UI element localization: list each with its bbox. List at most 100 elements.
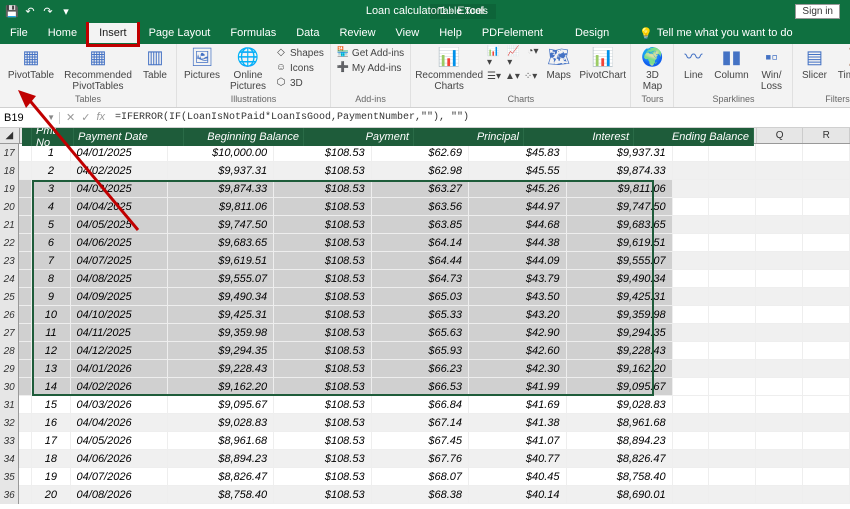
- fx-icon[interactable]: fx: [96, 111, 105, 124]
- line-chart-icon[interactable]: 📈▾: [507, 46, 523, 68]
- row-header[interactable]: 33: [0, 432, 19, 450]
- cell-pmt-no: 11: [32, 324, 70, 342]
- tab-help[interactable]: Help: [429, 22, 472, 44]
- row-header[interactable]: 31: [0, 396, 19, 414]
- row-header[interactable]: 32: [0, 414, 19, 432]
- row-header[interactable]: 28: [0, 342, 19, 360]
- table-row[interactable]: 20404/04/2025$9,811.06$108.53$63.56$44.9…: [0, 198, 850, 216]
- table-row[interactable]: 261004/10/2025$9,425.31$108.53$65.33$43.…: [0, 306, 850, 324]
- table-row[interactable]: 25904/09/2025$9,490.34$108.53$65.03$43.5…: [0, 288, 850, 306]
- table-button[interactable]: ▥Table: [138, 46, 172, 81]
- select-all-corner[interactable]: ◢: [0, 128, 20, 143]
- row-header[interactable]: 34: [0, 450, 19, 468]
- table-row[interactable]: 311504/03/2026$9,095.67$108.53$66.84$41.…: [0, 396, 850, 414]
- row-header[interactable]: 30: [0, 378, 19, 396]
- table-row[interactable]: 24804/08/2025$9,555.07$108.53$64.73$43.7…: [0, 270, 850, 288]
- tell-me[interactable]: 💡 Tell me what you want to do: [639, 22, 792, 44]
- table-row[interactable]: 17104/01/2025$10,000.00$108.53$62.69$45.…: [0, 144, 850, 162]
- cell-int: $42.30: [469, 360, 566, 378]
- cancel-formula-icon[interactable]: ✕: [66, 111, 75, 124]
- tab-review[interactable]: Review: [329, 22, 385, 44]
- table-row[interactable]: 281204/12/2025$9,294.35$108.53$65.93$42.…: [0, 342, 850, 360]
- sparkline-winloss[interactable]: ▪▫Win/ Loss: [754, 46, 788, 92]
- online-pictures-button[interactable]: 🌐Online Pictures: [227, 46, 269, 92]
- table-row[interactable]: 18204/02/2025$9,937.31$108.53$62.98$45.5…: [0, 162, 850, 180]
- table-row[interactable]: 341804/06/2026$8,894.23$108.53$67.76$40.…: [0, 450, 850, 468]
- tab-data[interactable]: Data: [286, 22, 329, 44]
- bar-chart-icon[interactable]: ☰▾: [487, 71, 501, 82]
- row-header[interactable]: 20: [0, 198, 19, 216]
- tab-page-layout[interactable]: Page Layout: [139, 22, 221, 44]
- recommended-pivot-button[interactable]: ▦Recommended PivotTables: [62, 46, 134, 92]
- threed-map-button[interactable]: 🌍3D Map: [635, 46, 669, 92]
- row-header[interactable]: 18: [0, 162, 19, 180]
- table-row[interactable]: 22604/06/2025$9,683.65$108.53$64.14$44.3…: [0, 234, 850, 252]
- get-addins-button[interactable]: 🏪Get Add-ins: [335, 46, 406, 60]
- tab-view[interactable]: View: [386, 22, 430, 44]
- row-header[interactable]: 35: [0, 468, 19, 486]
- table-row[interactable]: 331704/05/2026$8,961.68$108.53$67.45$41.…: [0, 432, 850, 450]
- table-row[interactable]: 291304/01/2026$9,228.43$108.53$66.23$42.…: [0, 360, 850, 378]
- tab-pdfelement[interactable]: PDFelement: [472, 22, 553, 44]
- tab-file[interactable]: File: [0, 22, 38, 44]
- row-header[interactable]: 26: [0, 306, 19, 324]
- enter-formula-icon[interactable]: ✓: [81, 111, 90, 124]
- threed-models-button[interactable]: ⬡3D: [273, 76, 326, 90]
- table-row[interactable]: 362004/08/2026$8,758.40$108.53$68.38$40.…: [0, 486, 850, 504]
- cell-end: $8,758.40: [567, 468, 673, 486]
- recommended-charts-button[interactable]: 📊Recommended Charts: [415, 46, 483, 92]
- row-header[interactable]: 29: [0, 360, 19, 378]
- pivottable-button[interactable]: ▦PivotTable: [4, 46, 58, 81]
- pivotchart-button[interactable]: 📊PivotChart: [579, 46, 627, 81]
- slicer-button[interactable]: ▤Slicer: [797, 46, 831, 81]
- row-header[interactable]: 27: [0, 324, 19, 342]
- tab-design[interactable]: Design: [565, 22, 619, 44]
- tab-insert[interactable]: Insert: [89, 23, 137, 43]
- pictures-button[interactable]: 🖼Pictures: [181, 46, 223, 81]
- formula-input[interactable]: =IFERROR(IF(LoanIsNotPaid*LoanIsGood,Pay…: [111, 112, 850, 123]
- row-header[interactable]: 36: [0, 486, 19, 504]
- scatter-chart-icon[interactable]: ⁘▾: [524, 71, 537, 82]
- my-addins-button[interactable]: ➕My Add-ins: [335, 61, 406, 75]
- maps-button[interactable]: 🗺Maps: [542, 46, 574, 81]
- sparkline-line[interactable]: 〰Line: [678, 46, 708, 81]
- save-icon[interactable]: 💾: [6, 5, 18, 17]
- row-header[interactable]: 24: [0, 270, 19, 288]
- name-box[interactable]: B19▼: [0, 112, 60, 124]
- table-row[interactable]: 321604/04/2026$9,028.83$108.53$67.14$41.…: [0, 414, 850, 432]
- col-Q[interactable]: Q: [757, 128, 804, 143]
- cell-prin: $62.98: [372, 162, 469, 180]
- row-header[interactable]: 21: [0, 216, 19, 234]
- table-row[interactable]: 271104/11/2025$9,359.98$108.53$65.63$42.…: [0, 324, 850, 342]
- undo-icon[interactable]: ↶: [24, 5, 36, 17]
- row-header[interactable]: 23: [0, 252, 19, 270]
- redo-icon[interactable]: ↷: [42, 5, 54, 17]
- table-row[interactable]: 21504/05/2025$9,747.50$108.53$63.85$44.6…: [0, 216, 850, 234]
- cell-date: 04/02/2026: [71, 378, 168, 396]
- row-header[interactable]: 17: [0, 144, 19, 162]
- chevron-down-icon[interactable]: ▼: [47, 113, 55, 122]
- qat-dropdown-icon[interactable]: ▾: [60, 5, 72, 17]
- tab-formulas[interactable]: Formulas: [220, 22, 286, 44]
- sign-in-button[interactable]: Sign in: [795, 4, 840, 19]
- icons-button[interactable]: ☺Icons: [273, 61, 326, 75]
- table-row[interactable]: 301404/02/2026$9,162.20$108.53$66.53$41.…: [0, 378, 850, 396]
- area-chart-icon[interactable]: ▲▾: [505, 71, 520, 82]
- cell-beg: $8,961.68: [168, 432, 274, 450]
- spark-winloss-icon: ▪▫: [765, 46, 778, 70]
- worksheet[interactable]: ◢ I P Q R Pmt No Payment Date Beginning …: [0, 128, 850, 504]
- table-row[interactable]: 23704/07/2025$9,619.51$108.53$64.44$44.0…: [0, 252, 850, 270]
- col-R[interactable]: R: [803, 128, 850, 143]
- timeline-button[interactable]: ⌛Timeline: [835, 46, 850, 81]
- pie-chart-icon[interactable]: ◔▾: [527, 46, 538, 68]
- cell-prin: $66.84: [372, 396, 469, 414]
- table-row[interactable]: 351904/07/2026$8,826.47$108.53$68.07$40.…: [0, 468, 850, 486]
- shapes-button[interactable]: ◇Shapes: [273, 46, 326, 60]
- row-header[interactable]: 22: [0, 234, 19, 252]
- row-header[interactable]: 19: [0, 180, 19, 198]
- row-header[interactable]: 25: [0, 288, 19, 306]
- tab-home[interactable]: Home: [38, 22, 87, 44]
- sparkline-column[interactable]: ▮▮Column: [712, 46, 750, 81]
- column-chart-icon[interactable]: 📊▾: [487, 46, 503, 68]
- table-row[interactable]: 19304/03/2025$9,874.33$108.53$63.27$45.2…: [0, 180, 850, 198]
